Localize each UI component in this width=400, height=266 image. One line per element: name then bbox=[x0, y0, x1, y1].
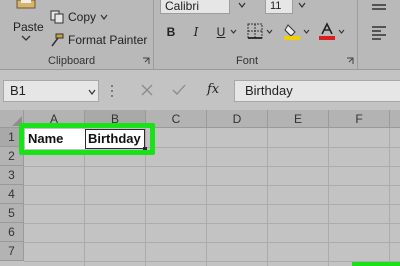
gridline bbox=[206, 128, 207, 266]
paintbrush-icon bbox=[51, 33, 64, 47]
bold-button[interactable]: B bbox=[163, 24, 179, 40]
selection-highlight bbox=[19, 123, 155, 155]
gridline bbox=[24, 204, 400, 205]
copy-button[interactable]: Copy bbox=[50, 8, 108, 26]
row-header-5[interactable]: 5 bbox=[0, 204, 24, 223]
chevron-down-icon[interactable] bbox=[338, 29, 345, 34]
fill-color-icon[interactable] bbox=[283, 22, 301, 40]
highlight-accent bbox=[352, 262, 400, 266]
chevron-down-icon[interactable] bbox=[266, 29, 273, 34]
clipboard-icon[interactable] bbox=[14, 0, 38, 10]
align-top-icon[interactable] bbox=[370, 2, 388, 20]
font-color-icon[interactable] bbox=[318, 22, 336, 40]
borders-icon[interactable] bbox=[246, 22, 264, 40]
ribbon: Paste Copy Format Painter Clipboard Cali… bbox=[0, 0, 400, 70]
chevron-down-icon[interactable] bbox=[298, 2, 306, 8]
row-header-4[interactable]: 4 bbox=[0, 185, 24, 204]
underline-button[interactable]: U bbox=[213, 24, 229, 40]
row-header-3[interactable]: 3 bbox=[0, 166, 24, 185]
enter-check-icon[interactable] bbox=[172, 83, 186, 97]
chevron-down-icon[interactable] bbox=[230, 29, 237, 34]
row-header-6[interactable]: 6 bbox=[0, 223, 24, 242]
dialog-launcher-icon[interactable] bbox=[142, 57, 150, 65]
chevron-down-icon[interactable] bbox=[88, 89, 96, 95]
gridline bbox=[389, 128, 390, 266]
column-header-g[interactable] bbox=[390, 110, 400, 128]
column-header-c[interactable]: C bbox=[146, 110, 207, 128]
gridline bbox=[24, 185, 400, 186]
font-size-dropdown[interactable]: 11 bbox=[265, 0, 293, 14]
column-header-d[interactable]: D bbox=[207, 110, 268, 128]
format-painter-button[interactable]: Format Painter bbox=[50, 31, 147, 49]
ribbon-separator bbox=[357, 0, 358, 70]
column-header-e[interactable]: E bbox=[268, 110, 329, 128]
font-group-label: Font bbox=[236, 55, 259, 67]
gridline bbox=[24, 261, 400, 262]
paste-button[interactable]: Paste bbox=[13, 20, 44, 34]
chevron-down-icon[interactable] bbox=[100, 14, 108, 20]
align-left-icon[interactable] bbox=[370, 24, 388, 42]
cancel-icon[interactable] bbox=[140, 83, 154, 97]
copy-label: Copy bbox=[68, 10, 97, 24]
font-name-dropdown[interactable]: Calibri bbox=[160, 0, 230, 14]
insert-function-button[interactable]: fx bbox=[207, 82, 219, 97]
chevron-down-icon[interactable] bbox=[21, 34, 31, 42]
more-options-icon[interactable] bbox=[110, 84, 114, 98]
name-box[interactable]: B1 bbox=[3, 80, 99, 102]
gridline bbox=[267, 128, 268, 266]
italic-button[interactable]: I bbox=[188, 24, 204, 40]
copy-icon bbox=[50, 10, 64, 24]
gridline bbox=[24, 223, 400, 224]
formula-bar: B1 fx Birthday bbox=[0, 70, 400, 110]
ribbon-separator bbox=[153, 0, 154, 70]
format-painter-label: Format Painter bbox=[68, 33, 148, 47]
clipboard-group-label: Clipboard bbox=[48, 55, 96, 67]
column-header-f[interactable]: F bbox=[329, 110, 390, 128]
chevron-down-icon[interactable] bbox=[303, 29, 310, 34]
chevron-down-icon[interactable] bbox=[238, 2, 246, 8]
row-header-7[interactable]: 7 bbox=[0, 242, 24, 261]
gridline bbox=[24, 166, 400, 167]
gridline bbox=[328, 128, 329, 266]
formula-input[interactable]: Birthday bbox=[234, 80, 400, 102]
dialog-launcher-icon[interactable] bbox=[346, 57, 354, 65]
gridline bbox=[24, 242, 400, 243]
